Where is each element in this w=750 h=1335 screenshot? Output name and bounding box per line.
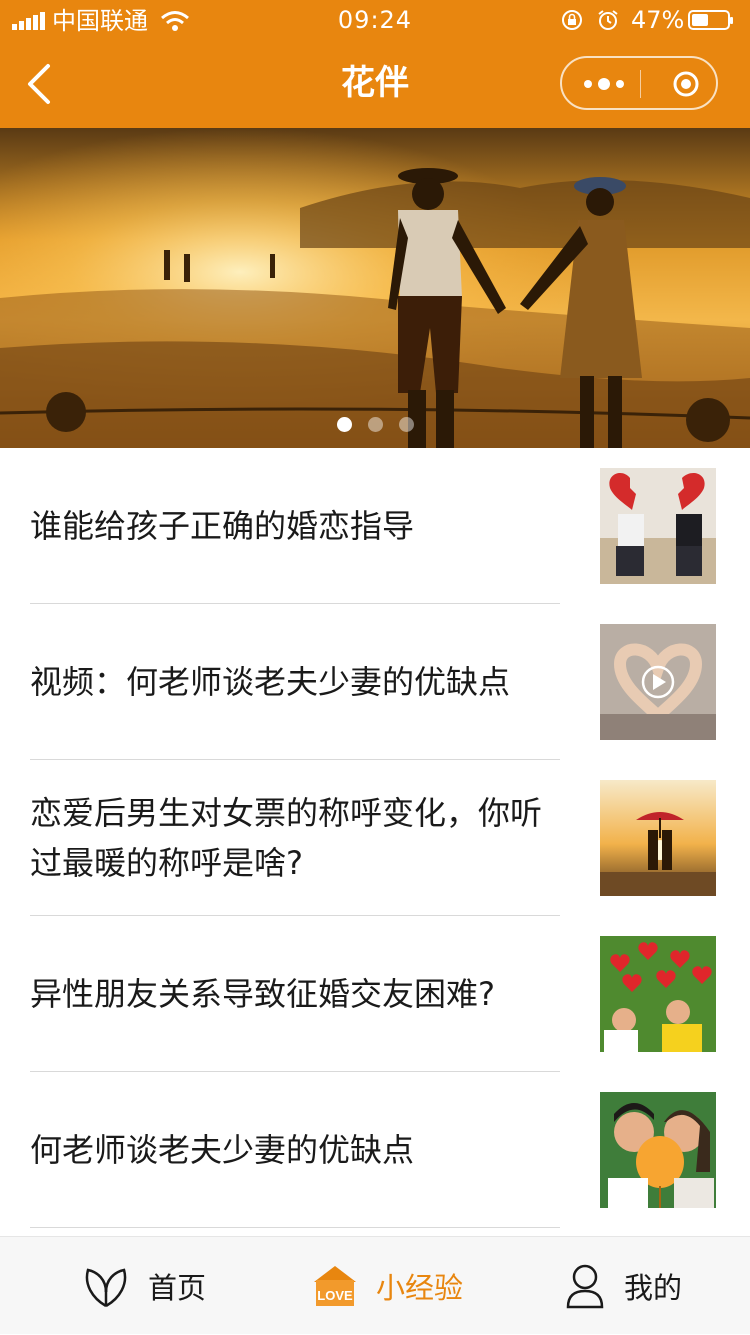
carousel-dot[interactable] — [398, 417, 414, 432]
article-title: 异性朋友关系导致征婚交友困难? — [30, 974, 495, 1013]
article-thumbnail — [600, 780, 716, 896]
broken-heart-couple-image — [600, 468, 716, 584]
article-title: 何老师谈老夫少妻的优缺点 — [30, 1130, 415, 1169]
article-title: 谁能给孩子正确的婚恋指导 — [30, 506, 415, 545]
more-icon[interactable] — [580, 70, 628, 98]
sunset-umbrella-image — [600, 780, 716, 896]
leaf-icon — [85, 1268, 127, 1308]
alarm-icon — [598, 10, 618, 30]
tab-bar: 首页 LOVE 小经验 我的 — [0, 1236, 750, 1334]
article-thumbnail — [600, 936, 716, 1052]
list-divider — [30, 1227, 560, 1228]
banner-image — [0, 128, 750, 448]
love-house-icon: LOVE — [314, 1266, 356, 1306]
article-title: 恋爱后男生对女票的称呼变化，你听过最暖的称呼是啥? — [30, 793, 543, 882]
hearts-grass-image — [600, 936, 716, 1052]
menu-capsule — [560, 56, 718, 110]
balloon-kiss-image — [600, 1092, 716, 1208]
user-icon — [566, 1264, 604, 1309]
capsule-divider — [640, 70, 641, 98]
tab-experience[interactable]: LOVE 小经验 — [312, 1237, 463, 1335]
love-badge-text: LOVE — [317, 1288, 353, 1303]
tab-mine[interactable]: 我的 — [564, 1237, 682, 1335]
carousel-dots — [0, 417, 750, 432]
heart-hands-image — [600, 624, 716, 740]
banner-carousel[interactable] — [0, 128, 750, 448]
article-thumbnail — [600, 624, 716, 740]
status-bar: 中国联通 09:24 47% — [0, 0, 750, 42]
nav-bar: 花伴 — [0, 42, 750, 128]
tab-experience-label: 小经验 — [376, 1271, 464, 1305]
article-item[interactable]: 视频：何老师谈老夫少妻的优缺点 — [0, 604, 750, 760]
article-list: 谁能给孩子正确的婚恋指导 视频：何老师谈老夫少妻的优缺点 恋爱后男生对女票的称呼… — [0, 448, 750, 1228]
carousel-dot[interactable] — [367, 417, 383, 432]
article-item[interactable]: 恋爱后男生对女票的称呼变化，你听过最暖的称呼是啥? — [0, 760, 750, 916]
article-item[interactable]: 何老师谈老夫少妻的优缺点 — [0, 1072, 750, 1228]
tab-home[interactable]: 首页 — [82, 1237, 206, 1335]
article-thumbnail — [600, 468, 716, 584]
article-thumbnail — [600, 1092, 716, 1208]
rotation-lock-icon — [562, 10, 582, 30]
app-header: 中国联通 09:24 47% 花伴 — [0, 0, 750, 128]
article-item[interactable]: 谁能给孩子正确的婚恋指导 — [0, 448, 750, 604]
close-target-icon[interactable] — [672, 70, 700, 98]
battery-icon — [688, 10, 733, 30]
tab-mine-label: 我的 — [624, 1271, 683, 1305]
battery-percent: 47% — [631, 6, 685, 34]
tab-home-label: 首页 — [148, 1271, 207, 1305]
article-item[interactable]: 异性朋友关系导致征婚交友困难? — [0, 916, 750, 1072]
carousel-dot[interactable] — [336, 417, 352, 432]
article-title: 视频：何老师谈老夫少妻的优缺点 — [30, 662, 511, 701]
